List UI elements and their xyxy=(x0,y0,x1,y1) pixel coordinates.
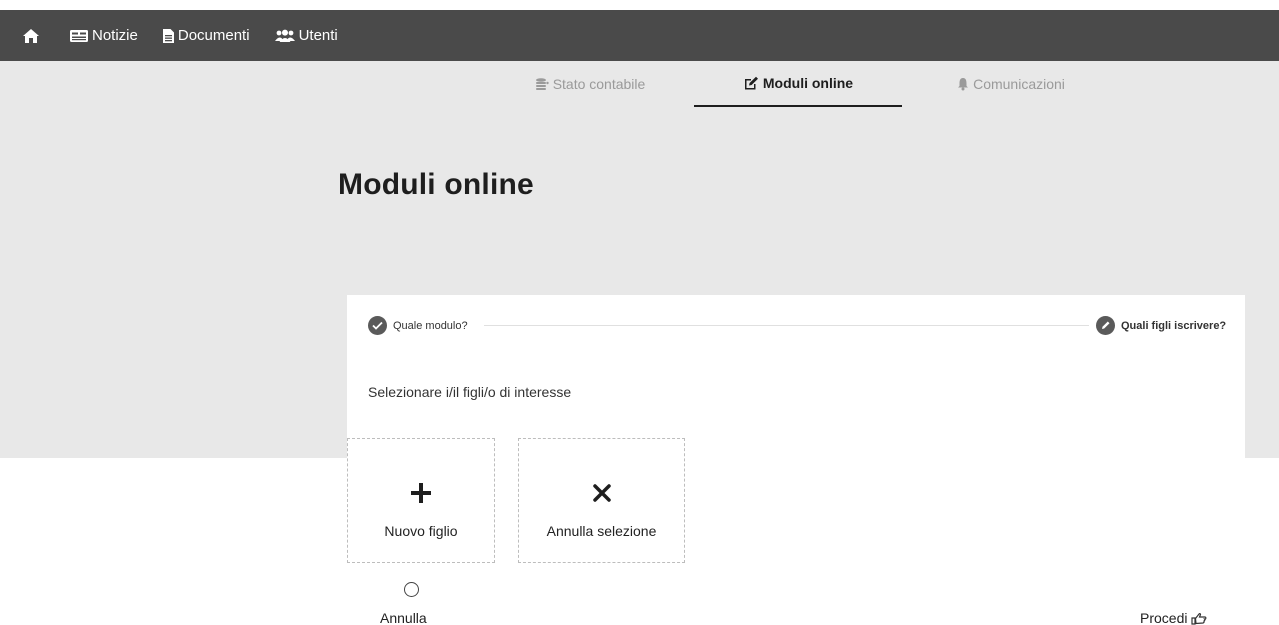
tab-moduli-online[interactable]: Moduli online xyxy=(694,61,902,107)
step-quale-modulo-label: Quale modulo? xyxy=(393,319,468,332)
nav-home[interactable] xyxy=(22,28,43,44)
tab-moduli-online-label: Moduli online xyxy=(762,75,854,91)
bell-icon xyxy=(958,78,969,91)
step-quale-modulo[interactable]: Quale modulo? xyxy=(368,316,468,335)
instruction-text: Selezionare i/il figli/o di interesse xyxy=(368,384,572,400)
plus-icon xyxy=(411,483,431,503)
nav-notizie-label: Notizie xyxy=(92,27,138,44)
nav-notizie[interactable]: Notizie xyxy=(69,27,138,44)
document-icon xyxy=(162,28,174,43)
pencil-icon xyxy=(1102,321,1110,329)
page-title: Moduli online xyxy=(338,168,534,201)
step-current-circle xyxy=(1096,316,1115,335)
nav-utenti-label: Utenti xyxy=(298,27,338,44)
check-icon xyxy=(372,321,383,330)
step-quali-figli-label: Quali figli iscrivere? xyxy=(1121,319,1227,332)
newspaper-icon xyxy=(70,29,88,42)
nav-documenti[interactable]: Documenti xyxy=(162,27,250,44)
step-quali-figli[interactable]: Quali figli iscrivere? xyxy=(1096,316,1226,335)
annulla-radio[interactable] xyxy=(404,582,419,597)
procedi-button[interactable]: Procedi xyxy=(1140,610,1207,625)
stepper-connector-line xyxy=(484,325,1089,326)
tab-comunicazioni-label: Comunicazioni xyxy=(973,76,1065,92)
nav-utenti[interactable]: Utenti xyxy=(274,27,338,44)
nuovo-figlio-label: Nuovo figlio xyxy=(384,523,458,539)
annulla-selezione-label: Annulla selezione xyxy=(546,523,657,539)
times-icon xyxy=(592,484,611,502)
nav-documenti-label: Documenti xyxy=(177,27,250,44)
tab-stato-contabile[interactable]: Stato contabile xyxy=(490,61,690,107)
coins-icon xyxy=(535,78,549,90)
procedi-label: Procedi xyxy=(1140,610,1188,625)
edit-icon xyxy=(744,76,758,89)
tab-comunicazioni[interactable]: Comunicazioni xyxy=(906,61,1116,107)
hand-pointer-icon xyxy=(1191,612,1207,625)
annulla-selezione-button[interactable]: Annulla selezione xyxy=(518,438,685,563)
step-done-circle xyxy=(368,316,387,335)
home-icon xyxy=(23,28,39,43)
nuovo-figlio-button[interactable]: Nuovo figlio xyxy=(347,438,495,563)
tab-stato-contabile-label: Stato contabile xyxy=(552,76,646,92)
section-tabs: Stato contabile Moduli online Comunicazi… xyxy=(0,61,1279,107)
top-navbar: Notizie Documenti Utenti xyxy=(0,10,1279,61)
users-icon xyxy=(274,29,295,42)
annulla-button[interactable]: Annulla xyxy=(380,610,427,625)
